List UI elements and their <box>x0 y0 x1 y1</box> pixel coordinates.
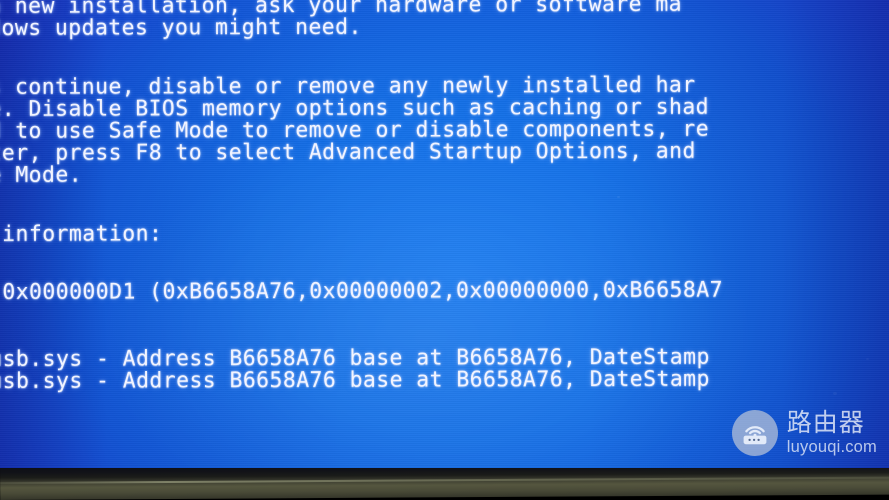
bsod-stop-code-line: OP: 0x000000D1 (0xB6658A76,0x00000002,0x… <box>0 277 723 306</box>
blue-screen-of-death: ....... ..., .......y ... is a new insta… <box>0 0 889 468</box>
bsod-technical-information-heading: tal information: <box>2 221 163 247</box>
bsod-line-1: windows updates you might need. <box>0 14 362 42</box>
bsod-spacer-5 <box>0 243 889 268</box>
site-watermark: 路由器 luyouqi.com <box>731 408 877 457</box>
dust-speck <box>833 392 837 395</box>
bsod-line-6: mputer, press F8 to select Advanced Star… <box>0 138 696 167</box>
bsod-spacer-3 <box>0 184 889 209</box>
bsod-spacer-7 <box>0 301 889 326</box>
watermark-text: 路由器 luyouqi.com <box>786 408 877 457</box>
watermark-brand-cn: 路由器 <box>786 408 865 438</box>
router-icon <box>731 410 778 456</box>
bsod-spacer-1 <box>0 37 889 62</box>
bsod-driver-line-2: hidusb.sys - Address B6658A76 base at B6… <box>0 366 710 394</box>
watermark-domain: luyouqi.com <box>786 438 877 457</box>
bsod-line-7: Safe Mode. <box>0 162 83 189</box>
bsod-text-block: ....... ..., .......y ... is a new insta… <box>0 0 889 394</box>
bsod-photo-screenshot: ....... ..., .......y ... is a new insta… <box>0 0 889 500</box>
